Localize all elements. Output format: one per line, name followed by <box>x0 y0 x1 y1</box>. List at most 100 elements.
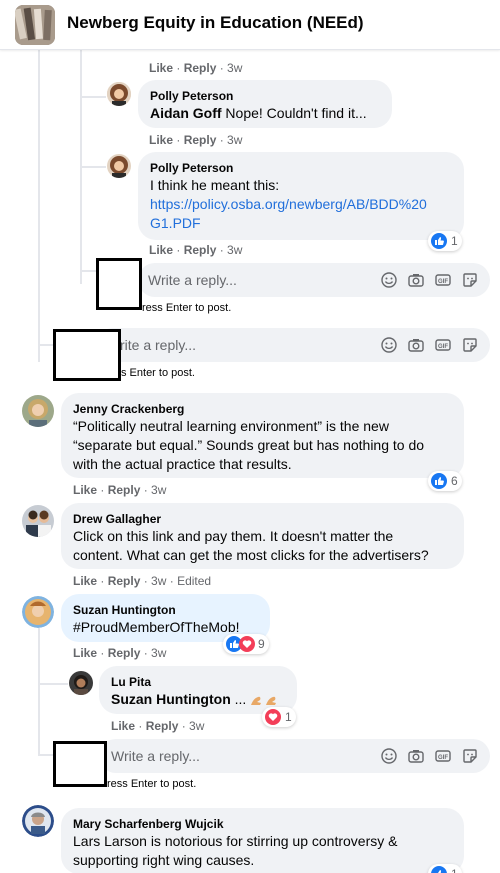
reply-link[interactable]: Reply <box>108 483 141 497</box>
comment-link[interactable]: G1.PDF <box>150 215 201 231</box>
comment-author[interactable]: Polly Peterson <box>150 160 452 176</box>
reply-input-box[interactable]: Write a reply... GIF <box>99 739 490 773</box>
emoji-icon[interactable] <box>381 272 397 288</box>
thread-line <box>38 754 54 756</box>
like-link[interactable]: Like <box>149 243 173 257</box>
like-link[interactable]: Like <box>111 719 135 733</box>
reply-input[interactable]: Write a reply... <box>111 748 200 764</box>
reply-input-box[interactable]: rite a reply... GIF <box>96 328 490 362</box>
avatar[interactable] <box>107 82 131 106</box>
reply-link[interactable]: Reply <box>146 719 179 733</box>
timestamp[interactable]: 3w <box>189 719 204 733</box>
reply-input[interactable]: rite a reply... <box>120 337 196 353</box>
gif-icon[interactable]: GIF <box>435 272 451 288</box>
group-title[interactable]: Newberg Equity in Education (NEEd) <box>67 13 364 33</box>
comment-author[interactable]: Jenny Crackenberg <box>73 401 452 417</box>
emoji-icon[interactable] <box>381 748 397 764</box>
avatar[interactable] <box>22 505 54 537</box>
comment-actions: Like · Reply · 3w <box>111 719 205 733</box>
reply-link[interactable]: Reply <box>184 133 217 147</box>
comment-author[interactable]: Mary Scharfenberg Wujcik <box>73 816 452 832</box>
like-link[interactable]: Like <box>149 61 173 75</box>
comment-actions: Like · Reply · 3w <box>149 133 243 147</box>
thread-line <box>80 96 106 98</box>
comment-actions: Like · Reply · 3w <box>73 646 167 660</box>
comment-actions: Like · Reply · 3w <box>149 61 243 75</box>
gif-icon[interactable]: GIF <box>435 748 451 764</box>
timestamp[interactable]: 3w <box>151 574 166 588</box>
reaction-count[interactable]: 6 <box>428 471 462 491</box>
like-link[interactable]: Like <box>73 646 97 660</box>
like-link[interactable]: Like <box>149 133 173 147</box>
edited-label[interactable]: Edited <box>177 574 211 588</box>
avatar[interactable] <box>69 671 93 695</box>
comment-actions: Like · Reply · 3w <box>73 483 167 497</box>
comment-bubble: Mary Scharfenberg Wujcik Lars Larson is … <box>61 808 464 873</box>
like-reaction-icon <box>431 473 447 489</box>
love-reaction-icon <box>265 709 281 725</box>
sticker-icon[interactable] <box>462 337 478 353</box>
comment-bubble: Polly Peterson I think he meant this: ht… <box>138 152 464 240</box>
camera-icon[interactable] <box>408 748 424 764</box>
timestamp[interactable]: 3w <box>151 646 166 660</box>
comment-text: “Politically neutral learning environmen… <box>73 418 425 472</box>
like-reaction-icon <box>431 866 447 873</box>
sticker-icon[interactable] <box>462 748 478 764</box>
comment-text: Click on this link and pay them. It does… <box>73 528 429 563</box>
avatar[interactable] <box>22 395 54 427</box>
emoji-icon[interactable] <box>381 337 397 353</box>
comment-text: Lars Larson is notorious for stirring up… <box>73 833 398 868</box>
mention-tag[interactable]: Aidan Goff <box>150 105 222 121</box>
thread-line <box>38 628 40 756</box>
like-link[interactable]: Like <box>73 483 97 497</box>
group-cover-thumbnail[interactable] <box>15 5 55 45</box>
gif-icon[interactable]: GIF <box>435 337 451 353</box>
reaction-count[interactable]: 1 <box>428 231 462 251</box>
love-reaction-icon <box>239 636 255 652</box>
reply-link[interactable]: Reply <box>184 243 217 257</box>
reply-link[interactable]: Reply <box>108 574 141 588</box>
comment-author[interactable]: Suzan Huntington <box>73 602 258 618</box>
comment-thread-page: Newberg Equity in Education (NEEd) Like … <box>0 0 500 873</box>
group-header: Newberg Equity in Education (NEEd) <box>0 0 500 50</box>
sticker-icon[interactable] <box>462 272 478 288</box>
thread-line <box>80 270 96 272</box>
thread-line <box>38 50 40 362</box>
thread-line <box>38 683 68 685</box>
comment-bubble: Jenny Crackenberg “Politically neutral l… <box>61 393 464 478</box>
reply-input[interactable]: Write a reply... <box>148 272 237 288</box>
enter-to-post-hint: s Enter to post. <box>121 367 195 379</box>
comment-text: Aidan Goff Nope! Couldn't find it... <box>150 105 367 121</box>
like-reaction-icon <box>431 233 447 249</box>
timestamp[interactable]: 3w <box>151 483 166 497</box>
reply-input-box[interactable]: Write a reply... GIF <box>138 263 490 297</box>
avatar[interactable] <box>107 154 131 178</box>
thread-line <box>80 166 106 168</box>
camera-icon[interactable] <box>408 272 424 288</box>
avatar[interactable] <box>22 596 54 628</box>
avatar[interactable] <box>22 805 54 837</box>
reply-link[interactable]: Reply <box>184 61 217 75</box>
timestamp[interactable]: 3w <box>227 61 242 75</box>
camera-icon[interactable] <box>408 337 424 353</box>
comment-author[interactable]: Lu Pita <box>111 674 285 690</box>
redacted-avatar <box>53 329 121 381</box>
reaction-count[interactable]: 1 <box>262 707 296 727</box>
redacted-avatar <box>96 258 142 310</box>
comment-bubble: Polly Peterson Aidan Goff Nope! Couldn't… <box>138 80 392 128</box>
comment-link[interactable]: https://policy.osba.org/newberg/AB/BDD%2… <box>150 196 427 212</box>
comment-author[interactable]: Drew Gallagher <box>73 511 452 527</box>
timestamp[interactable]: 3w <box>227 133 242 147</box>
timestamp[interactable]: 3w <box>227 243 242 257</box>
comment-author[interactable]: Polly Peterson <box>150 88 380 104</box>
comment-actions: Like · Reply · 3w · Edited <box>73 574 212 588</box>
flexed-biceps-emoji <box>250 693 280 707</box>
reply-link[interactable]: Reply <box>108 646 141 660</box>
reaction-count[interactable]: 1 <box>428 864 462 873</box>
mention-tag[interactable]: Suzan Huntington <box>111 691 231 707</box>
reaction-count[interactable]: 9 <box>223 634 269 654</box>
thread-line <box>38 344 54 346</box>
comment-bubble: Drew Gallagher Click on this link and pa… <box>61 503 464 569</box>
like-link[interactable]: Like <box>73 574 97 588</box>
svg-text:GIF: GIF <box>438 344 448 350</box>
